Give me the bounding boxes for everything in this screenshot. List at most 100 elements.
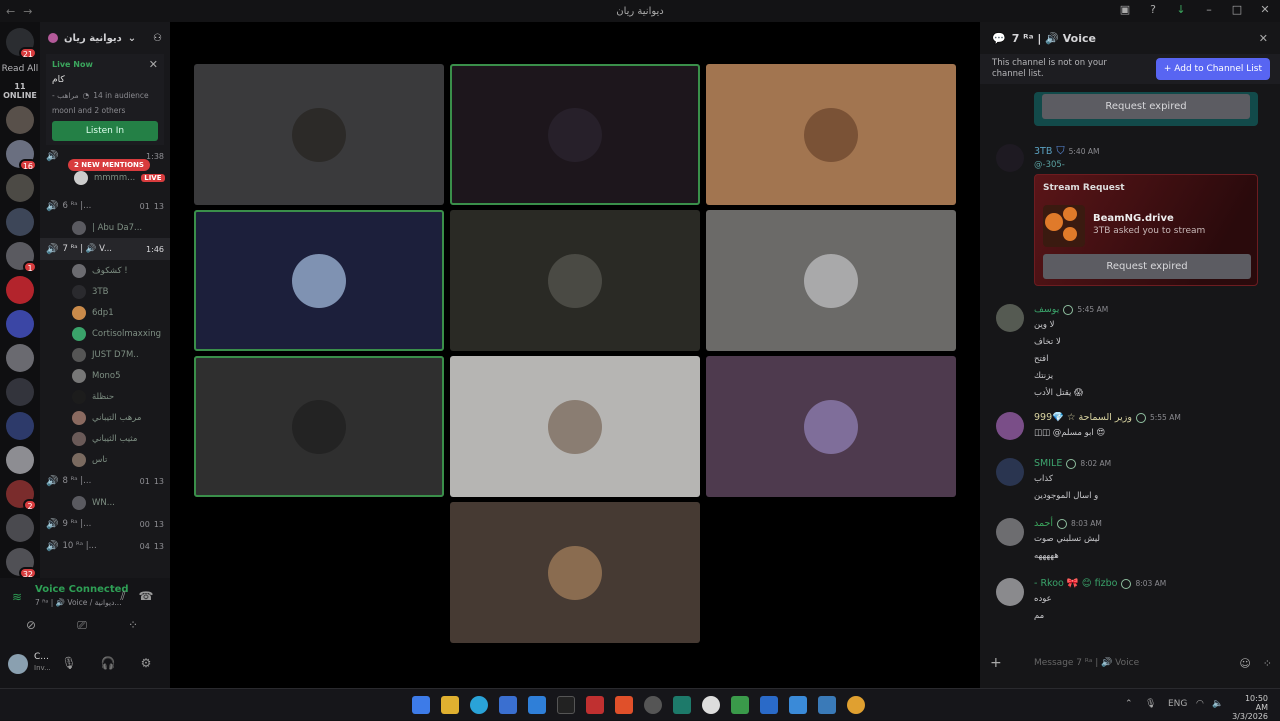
wifi-icon[interactable]: ◠: [1196, 699, 1204, 709]
notepad-icon[interactable]: [818, 696, 836, 714]
noise-suppression-icon[interactable]: ⫽: [114, 587, 132, 605]
channel-member[interactable]: حنظلة: [40, 386, 170, 407]
apps-icon[interactable]: ⁘: [1263, 657, 1272, 670]
help-icon[interactable]: ?: [1146, 3, 1160, 17]
voice-channel-7[interactable]: 🔊 7 ᴿᵃ | 🔊 V... 1:46: [40, 238, 170, 260]
server-icon[interactable]: 1: [6, 242, 37, 273]
chevron-up-icon[interactable]: ⌃: [1125, 699, 1133, 709]
xbox-icon[interactable]: [731, 696, 749, 714]
minimize-icon[interactable]: –: [1202, 3, 1216, 17]
server-header[interactable]: ديوانية ريان ⌄ ⚇: [40, 22, 170, 54]
app-icon[interactable]: [760, 696, 778, 714]
channel-member[interactable]: Mono5: [40, 365, 170, 386]
avatar[interactable]: [996, 458, 1024, 486]
read-all-button[interactable]: Read All: [0, 64, 40, 74]
server-icon[interactable]: 32: [6, 548, 37, 579]
signal-icon[interactable]: ≋: [8, 588, 26, 606]
app-icon[interactable]: [789, 696, 807, 714]
channel-member[interactable]: 6dp1: [40, 302, 170, 323]
voice-channel-label[interactable]: 7 ᴿᵃ | 🔊 Voice / ديوانية...: [35, 598, 122, 607]
message-author[interactable]: 3TB: [1034, 146, 1052, 157]
avatar[interactable]: [996, 144, 1024, 172]
direct-messages-button[interactable]: 21: [6, 28, 37, 59]
voice-channel-8[interactable]: 🔊 8 ᴿᵃ |... 01 13: [40, 470, 170, 492]
avatar[interactable]: [996, 578, 1024, 606]
message-author[interactable]: وزير السماحة ☆ 💎999: [1034, 412, 1132, 423]
headphones-icon[interactable]: 🎧: [99, 654, 117, 672]
settings-icon[interactable]: ⚙: [137, 654, 155, 672]
camera-off-icon[interactable]: ⊘: [22, 616, 40, 634]
server-icon[interactable]: [6, 446, 34, 474]
server-icon[interactable]: [6, 208, 34, 236]
server-icon[interactable]: [6, 344, 34, 372]
add-attachment-icon[interactable]: +: [990, 655, 1014, 671]
disconnect-icon[interactable]: ☎: [137, 587, 155, 605]
participant-tile[interactable]: [450, 210, 700, 351]
language-indicator[interactable]: ENG: [1168, 699, 1187, 709]
server-icon[interactable]: [6, 310, 34, 338]
participant-tile[interactable]: [450, 356, 700, 497]
message-input[interactable]: Message 7 ᴿᵃ | 🔊 Voice: [1034, 658, 1139, 668]
app-icon[interactable]: [586, 696, 604, 714]
start-icon[interactable]: [412, 696, 430, 714]
close-window-icon[interactable]: ✕: [1258, 3, 1272, 17]
maximize-icon[interactable]: □: [1230, 3, 1244, 17]
close-icon[interactable]: ✕: [149, 58, 158, 71]
clock[interactable]: 10:50 AM 3/3/2026: [1232, 694, 1268, 721]
participant-tile[interactable]: [194, 356, 444, 497]
store-icon[interactable]: [499, 696, 517, 714]
close-icon[interactable]: ✕: [1259, 32, 1268, 45]
server-icon[interactable]: [6, 276, 34, 304]
avatar[interactable]: [996, 518, 1024, 546]
participant-tile[interactable]: [706, 356, 956, 497]
participant-tile[interactable]: [706, 210, 956, 351]
file-explorer-icon[interactable]: [441, 696, 459, 714]
server-icon[interactable]: [6, 514, 34, 542]
new-mentions-pill[interactable]: 2 NEW MENTIONS: [68, 159, 150, 171]
server-icon[interactable]: [6, 174, 34, 202]
server-icon[interactable]: 2: [6, 480, 37, 511]
activities-icon[interactable]: ⁘: [124, 616, 142, 634]
screen-share-icon[interactable]: ⎚: [73, 616, 91, 634]
channel-member[interactable]: JUST D7M..: [40, 344, 170, 365]
add-member-icon[interactable]: ⚇: [153, 33, 162, 44]
channel-member[interactable]: مثيب الثيباني: [40, 428, 170, 449]
channel-member[interactable]: 3TB: [40, 281, 170, 302]
inbox-icon[interactable]: ▣: [1118, 3, 1132, 17]
discord-icon[interactable]: [847, 696, 865, 714]
app-icon[interactable]: [702, 696, 720, 714]
channel-member[interactable]: | Abu Da7...: [40, 217, 170, 238]
message-author[interactable]: - Rkoo 🎀 😊 fizbo: [1034, 578, 1117, 589]
terminal-icon[interactable]: [557, 696, 575, 714]
channel-member[interactable]: Cortisolmaxxing: [40, 323, 170, 344]
channel-member[interactable]: مرهب التيباني: [40, 407, 170, 428]
avatar[interactable]: [996, 304, 1024, 332]
message-author[interactable]: SMILE: [1034, 458, 1062, 469]
edge-icon[interactable]: [470, 696, 488, 714]
participant-tile[interactable]: [194, 64, 444, 205]
channel-member[interactable]: تاس: [40, 449, 170, 470]
participant-tile[interactable]: [450, 64, 700, 205]
microphone-icon[interactable]: 🎙: [1145, 699, 1156, 709]
avatar[interactable]: [8, 654, 28, 674]
app-icon[interactable]: [673, 696, 691, 714]
server-icon[interactable]: 16: [6, 140, 37, 171]
message-author[interactable]: أحمد: [1034, 518, 1053, 529]
server-icon[interactable]: [6, 378, 34, 406]
voice-channel-9[interactable]: 🔊 9 ᴿᵃ |... 00 13: [40, 513, 170, 535]
voice-channel-10[interactable]: 🔊 10 ᴿᵃ |... 04 13: [40, 535, 170, 557]
participant-tile[interactable]: [194, 210, 444, 351]
voice-channel-6[interactable]: 🔊 6 ᴿᵃ |... 01 13: [40, 195, 170, 217]
participant-tile[interactable]: [450, 502, 700, 643]
mail-icon[interactable]: [528, 696, 546, 714]
channel-member[interactable]: WN...: [40, 492, 170, 513]
participant-tile[interactable]: [706, 64, 956, 205]
brave-icon[interactable]: [615, 696, 633, 714]
download-icon[interactable]: ↓: [1174, 3, 1188, 17]
listen-in-button[interactable]: Listen In: [52, 121, 158, 141]
volume-icon[interactable]: 🔈: [1212, 699, 1223, 709]
reply-mention[interactable]: @-305-: [1034, 160, 1065, 170]
message-composer[interactable]: + Message 7 ᴿᵃ | 🔊 Voice ☺ ⁘: [990, 648, 1272, 678]
message-author[interactable]: يوسف: [1034, 304, 1059, 315]
server-icon[interactable]: [6, 106, 34, 134]
